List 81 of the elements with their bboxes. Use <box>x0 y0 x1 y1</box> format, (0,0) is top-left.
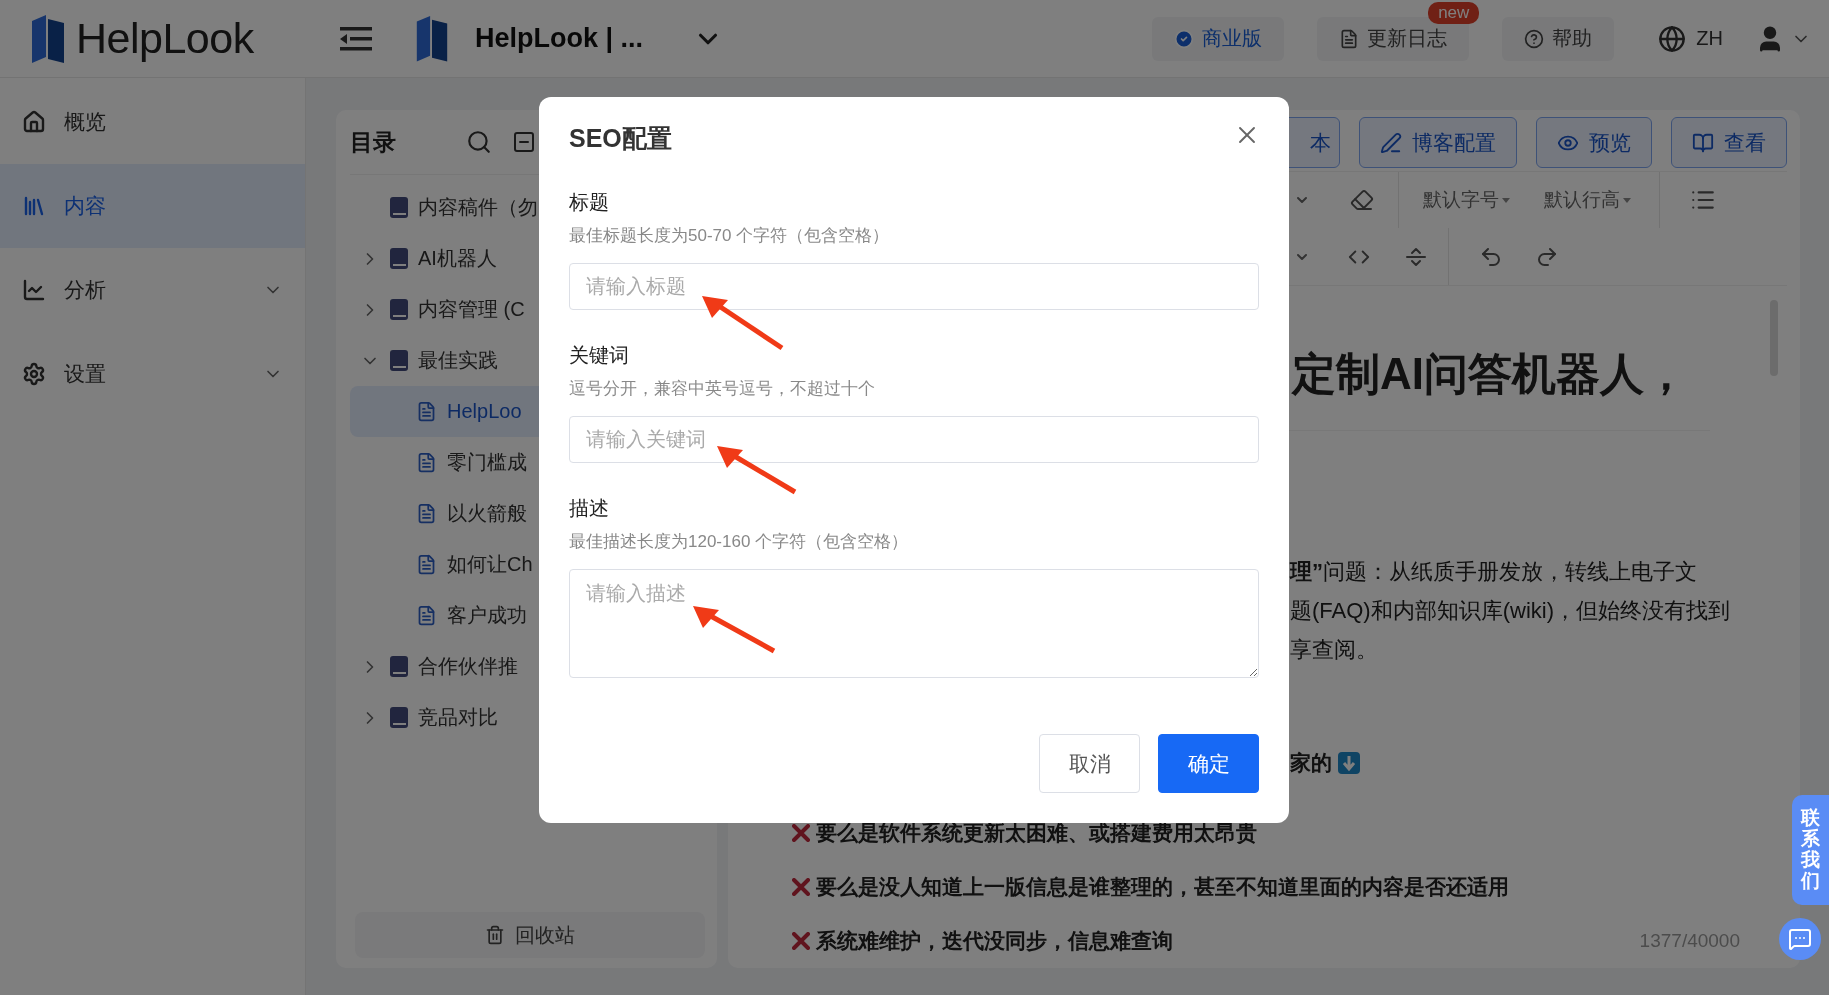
editor-button[interactable]: 预览 <box>1536 117 1652 168</box>
site-name: HelpLook | ... <box>475 23 644 54</box>
book-icon <box>1692 131 1714 154</box>
lead-text: 家的 <box>1290 750 1332 777</box>
new-badge: new <box>1428 1 1480 24</box>
pen-icon <box>1380 131 1402 154</box>
editor-button[interactable]: 博客配置 <box>1359 117 1517 168</box>
cross-icon <box>792 931 810 950</box>
document-icon <box>416 503 437 524</box>
list-item-text: 要么是没人知道上一版信息是谁整理的，甚至不知道里面的内容是否还适用 <box>816 873 1509 900</box>
field-hint: 最佳描述长度为120-160 个字符（包含空格） <box>569 531 910 553</box>
book-icon <box>390 350 408 371</box>
sidebar-item[interactable]: 分析 <box>0 248 305 332</box>
cross-icon <box>792 877 810 896</box>
field-hint: 最佳标题长度为50-70 个字符（包含空格） <box>569 225 891 247</box>
input-field[interactable]: 请输入标题 <box>569 263 1259 310</box>
document-icon <box>416 401 437 422</box>
language-label[interactable]: ZH <box>1696 27 1723 50</box>
cross-icon <box>792 823 810 842</box>
tree-item-label: 内容管理 (C <box>418 297 525 322</box>
tree-item-label: 最佳实践 <box>418 348 498 373</box>
sidebar-item[interactable]: 概览 <box>0 80 305 164</box>
tree-item-label: 竞品对比 <box>418 705 498 730</box>
tree-item-label: 零门槛成 <box>447 450 527 475</box>
sidebar-icon <box>22 110 46 134</box>
caret-icon <box>1623 197 1631 203</box>
cancel-button[interactable]: 取消 <box>1039 734 1140 793</box>
recycle-bin-button[interactable]: 回收站 <box>355 912 705 958</box>
document-icon <box>416 452 437 473</box>
sidebar-icon <box>22 194 46 218</box>
document-icon <box>416 605 437 626</box>
input-field[interactable]: 请输入关键词 <box>569 416 1259 463</box>
trash-icon <box>485 925 505 945</box>
top-button[interactable]: 商业版 <box>1152 16 1285 61</box>
search-icon <box>466 129 492 155</box>
paragraph-line: 理”问题：从纸质手册发放，转线上电子文 <box>1290 558 1698 587</box>
tree-item-label: HelpLoo <box>447 400 522 423</box>
chat-button[interactable] <box>1779 918 1821 960</box>
list-item-text: 要么是软件系统更新太困难、或搭建费用太昂贵 <box>816 819 1257 846</box>
confirm-button[interactable]: 确定 <box>1158 734 1259 793</box>
book-icon <box>390 656 408 677</box>
collapse-icon <box>512 130 536 154</box>
field-label: 标题 <box>569 190 610 215</box>
help-icon <box>1524 28 1545 49</box>
document-icon <box>416 554 437 575</box>
tree-item-label: 内容稿件（勿 <box>418 195 538 220</box>
tree-item-label: 以火箭般 <box>447 501 527 526</box>
sidebar-item[interactable]: 设置 <box>0 332 305 416</box>
chat-icon <box>1788 927 1812 951</box>
field-label: 关键词 <box>569 343 630 368</box>
font-size-dropdown[interactable]: 默认字号 <box>1423 187 1510 214</box>
top-button[interactable]: 帮助 <box>1502 16 1615 61</box>
dialog-title: SEO配置 <box>569 123 672 154</box>
tree-item-label: AI机器人 <box>418 246 497 271</box>
paragraph-line: 享查阅。 <box>1290 636 1379 665</box>
field-label: 描述 <box>569 496 610 521</box>
tree-item[interactable]: 竞品对比 <box>350 692 703 743</box>
globe-icon <box>1658 24 1687 53</box>
book-icon <box>390 197 408 218</box>
paragraph-line: 题(FAQ)和内部知识库(wiki)，但始终没有找到 <box>1290 597 1731 626</box>
book-icon <box>390 707 408 728</box>
sidebar-item[interactable]: 内容 <box>0 164 305 248</box>
eraser-icon <box>1350 188 1374 213</box>
contact-tab[interactable]: 联系我们 <box>1792 795 1829 905</box>
tree-item-label: 客户成功 <box>447 603 527 628</box>
menu-fold-icon[interactable] <box>340 26 372 51</box>
logo-text: HelpLook <box>76 14 254 63</box>
description-field[interactable]: 请输入描述 <box>569 569 1259 678</box>
tree-item-label: 如何让Ch <box>447 552 533 577</box>
check-icon <box>1174 28 1195 49</box>
tree-title: 目录 <box>350 127 397 157</box>
sidebar-icon <box>22 278 46 302</box>
tree-item-label: 合作伙伴推 <box>418 654 518 679</box>
line-height-dropdown[interactable]: 默认行高 <box>1544 187 1631 214</box>
book-icon <box>390 248 408 269</box>
sidebar-icon <box>22 362 46 386</box>
document-icon <box>1339 28 1360 49</box>
list-item-text: 系统难维护，迭代没同步，信息难查询 <box>816 927 1173 954</box>
editor-button[interactable]: 查看 <box>1671 117 1787 168</box>
caret-icon <box>1502 197 1510 203</box>
book-icon <box>390 299 408 320</box>
